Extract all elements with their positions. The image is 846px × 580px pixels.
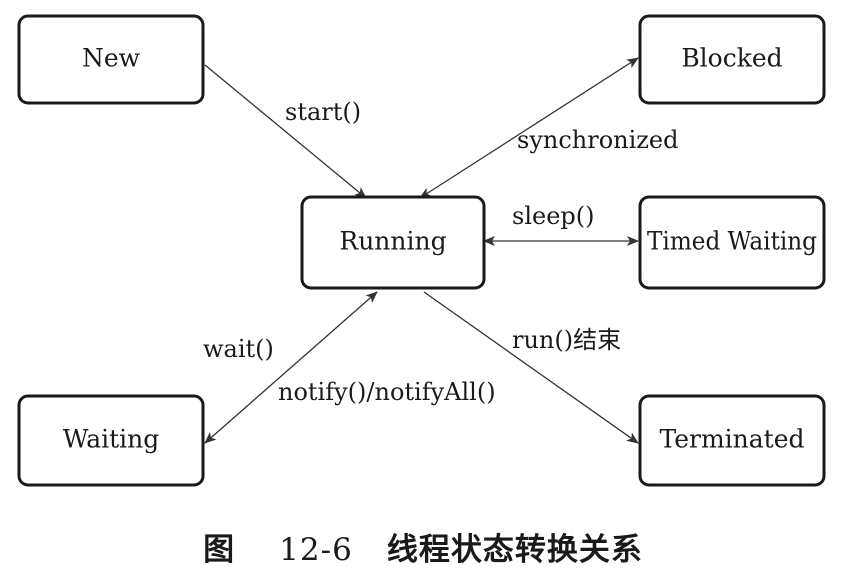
- state-timed-waiting: Timed Waiting: [638, 195, 826, 290]
- state-running-label: Running: [339, 227, 446, 256]
- edge-running-waiting: [204, 291, 378, 444]
- edge-new-to-running: [204, 64, 367, 199]
- state-terminated-label: Terminated: [659, 425, 804, 454]
- caption-title: 线程状态转换关系: [386, 532, 643, 568]
- state-new: New: [17, 14, 205, 105]
- state-blocked: Blocked: [638, 14, 826, 105]
- thread-state-diagram: New Blocked Running Timed Waiting Waitin…: [17, 14, 826, 487]
- state-terminated: Terminated: [638, 394, 826, 487]
- label-run-end: run()结束: [512, 326, 621, 354]
- label-notify: notify()/notifyAll(): [278, 378, 496, 406]
- edge-running-to-terminated: [423, 291, 639, 444]
- state-blocked-label: Blocked: [681, 44, 782, 73]
- caption-figure-word: 图: [203, 532, 236, 568]
- label-sleep: sleep(): [512, 202, 595, 230]
- state-waiting: Waiting: [17, 394, 205, 487]
- state-waiting-label: Waiting: [63, 425, 160, 454]
- caption-figure-number: 12-6: [279, 532, 353, 568]
- state-timed-waiting-label: Timed Waiting: [647, 227, 817, 256]
- figure-caption: 图 12-6 线程状态转换关系: [0, 524, 846, 569]
- label-wait: wait(): [203, 335, 274, 363]
- state-new-label: New: [82, 44, 141, 73]
- label-start: start(): [285, 98, 361, 126]
- label-synchronized: synchronized: [517, 126, 679, 154]
- state-running: Running: [300, 195, 486, 290]
